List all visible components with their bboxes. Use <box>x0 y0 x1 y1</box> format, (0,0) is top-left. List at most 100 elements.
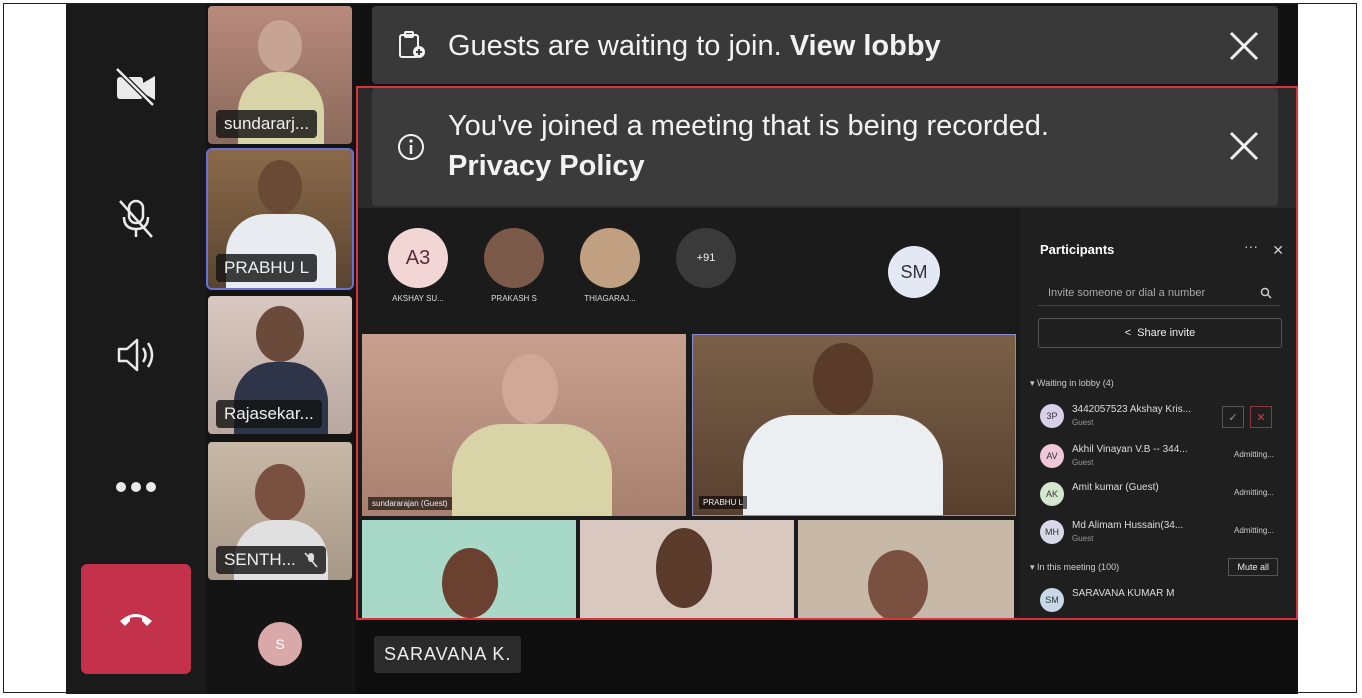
control-rail <box>66 4 206 694</box>
close-icon[interactable] <box>1226 128 1262 164</box>
video-face <box>442 548 498 618</box>
participant-role: Guest <box>1072 534 1094 543</box>
invite-search-input[interactable]: Invite someone or dial a number <box>1038 280 1280 306</box>
share-icon: < <box>1124 327 1132 339</box>
meeting-section-header[interactable]: ▾ In this meeting (100) <box>1030 562 1119 573</box>
sm-initials: SM <box>900 261 928 282</box>
participant-avatar: MH <box>1040 520 1064 544</box>
share-invite-label: Share invite <box>1137 327 1196 339</box>
avatar-circle: A3 <box>388 228 448 288</box>
search-placeholder: Invite someone or dial a number <box>1048 286 1206 299</box>
mic-muted-icon <box>304 552 318 568</box>
mute-all-button[interactable]: Mute all <box>1228 558 1278 576</box>
meeting-row[interactable]: SM SARAVANA KUMAR M <box>1040 584 1280 618</box>
shared-video-tile: sundararajan (Guest) <box>362 334 686 516</box>
participant-initials: MH <box>1045 527 1059 537</box>
participant-tile[interactable]: PRABHU L <box>206 148 354 290</box>
participant-name-text: SENTH... <box>224 550 296 569</box>
shared-video-tile <box>580 520 794 618</box>
participant-name: SENTH... <box>216 546 326 574</box>
participant-initials: 3P <box>1046 411 1058 421</box>
hang-up-icon <box>120 614 152 626</box>
avatar-item: +91 <box>676 228 736 303</box>
privacy-policy-link[interactable]: Privacy Policy <box>448 150 645 182</box>
more-options-button[interactable] <box>96 452 176 522</box>
speaker-icon <box>117 338 154 372</box>
presenter-bar: SARAVANA K. <box>356 620 1298 694</box>
meeting-header-text: In this meeting (100) <box>1037 562 1120 572</box>
participant-face <box>256 306 304 362</box>
lobby-text: Guests are waiting to join. <box>448 30 782 62</box>
participant-face <box>255 464 305 522</box>
lobby-row[interactable]: 3P 3442057523 Akshay Kris... Guest ✓ ✕ <box>1040 400 1280 436</box>
participants-panel: Participants ··· ✕ Invite someone or dia… <box>1020 208 1296 618</box>
mic-off-icon <box>119 199 153 238</box>
avatar-overflow[interactable]: +91 <box>676 228 736 288</box>
lobby-row[interactable]: MH Md Alimam Hussain(34... Guest Admitti… <box>1040 516 1280 552</box>
shared-video-tile: PRABHU L <box>692 334 1016 516</box>
shared-video-tile <box>798 520 1014 618</box>
search-icon <box>1260 287 1272 299</box>
mic-off-button[interactable] <box>96 184 176 254</box>
recording-message: You've joined a meeting that is being re… <box>448 106 1049 186</box>
participant-name-text: sundararj... <box>224 114 310 133</box>
participant-role: Guest <box>1072 458 1094 467</box>
lobby-section-header[interactable]: ▾ Waiting in lobby (4) <box>1030 378 1114 389</box>
participant-avatar: AV <box>1040 444 1064 468</box>
participant-name: 3442057523 Akshay Kris... <box>1072 404 1191 415</box>
camera-off-button[interactable] <box>96 52 176 122</box>
panel-more-icon[interactable]: ··· <box>1244 238 1258 254</box>
video-face <box>868 550 928 618</box>
lobby-message: Guests are waiting to join. View lobby <box>448 30 941 63</box>
participant-name: sundararj... <box>216 110 318 138</box>
participant-name: SARAVANA KUMAR M <box>1072 588 1175 599</box>
lobby-header-text: Waiting in lobby (4) <box>1037 378 1114 388</box>
avatar-photo <box>580 228 640 288</box>
participant-initials: AV <box>1046 451 1058 461</box>
avatar-label: AKSHAY SU... <box>392 294 444 303</box>
presenter-name: SARAVANA K. <box>374 636 522 673</box>
participant-face <box>258 20 302 72</box>
admit-icon[interactable]: ✓ <box>1222 406 1244 428</box>
participant-avatar: AK <box>1040 482 1064 506</box>
participant-name-text: Rajasekar... <box>224 404 314 423</box>
info-icon <box>398 134 424 160</box>
hang-up-button[interactable] <box>81 564 191 674</box>
share-invite-button[interactable]: < Share invite <box>1038 318 1282 348</box>
close-icon[interactable] <box>1226 28 1262 64</box>
admit-status: Admitting... <box>1233 526 1274 535</box>
speaker-button[interactable] <box>96 320 176 390</box>
participant-tile[interactable]: SENTH... <box>208 442 352 580</box>
avatar-overflow-count: +91 <box>696 252 716 264</box>
participant-tile[interactable]: sundararj... <box>208 6 352 144</box>
video-face <box>813 343 873 415</box>
avatar-label: THIAGARAJ... <box>584 294 636 303</box>
self-avatar-initial: S <box>275 636 285 652</box>
teams-meeting-window: sundararj... PRABHU L Rajasekar... SENTH… <box>66 4 1298 694</box>
participant-name: Akhil Vinayan V.B -- 344... <box>1072 444 1188 455</box>
avatar-item: THIAGARAJ... <box>580 228 640 303</box>
participant-tile[interactable]: Rajasekar... <box>208 296 352 434</box>
lobby-row[interactable]: AV Akhil Vinayan V.B -- 344... Guest Adm… <box>1040 440 1280 476</box>
lobby-row[interactable]: AK Amit kumar (Guest) Admitting... <box>1040 478 1280 514</box>
recording-banner: You've joined a meeting that is being re… <box>372 88 1278 206</box>
deny-icon[interactable]: ✕ <box>1250 406 1272 428</box>
participant-name: Md Alimam Hussain(34... <box>1072 520 1184 531</box>
avatar-photo <box>484 228 544 288</box>
view-lobby-link[interactable]: View lobby <box>790 30 941 62</box>
participant-face <box>258 160 302 214</box>
panel-close-icon[interactable]: ✕ <box>1272 242 1284 259</box>
video-label: PRABHU L <box>699 496 748 509</box>
video-face <box>502 354 558 424</box>
camera-off-icon <box>115 67 155 107</box>
participant-name-text: PRABHU L <box>224 258 310 277</box>
participant-tiles: sundararj... PRABHU L Rajasekar... SENTH… <box>206 4 354 694</box>
avatar-strip: A3 AKSHAY SU... PRAKASH S THIAGARAJ... +… <box>388 228 736 303</box>
participant-initials: AK <box>1045 489 1058 499</box>
participant-role: Guest <box>1072 418 1094 427</box>
participant-avatar: 3P <box>1040 404 1064 428</box>
video-body <box>743 415 943 515</box>
avatar-initials: A3 <box>405 246 431 269</box>
self-avatar[interactable]: S <box>258 622 302 666</box>
avatar-item: A3 AKSHAY SU... <box>388 228 448 303</box>
